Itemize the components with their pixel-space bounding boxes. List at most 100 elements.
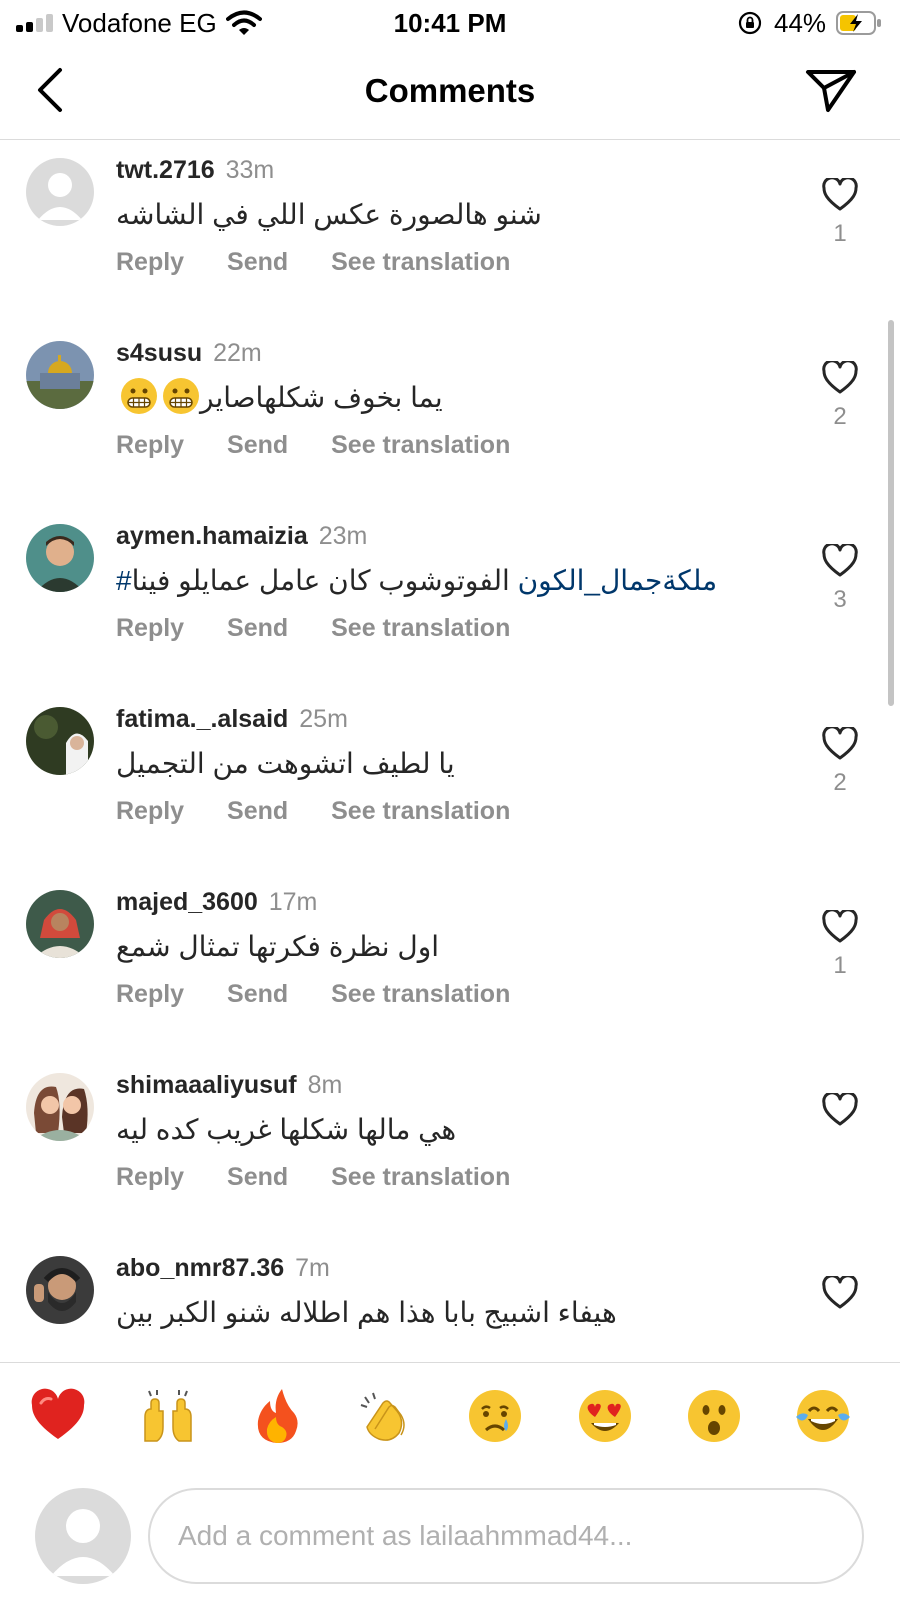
tears-of-joy-emoji[interactable] (794, 1387, 852, 1445)
default-avatar-icon (26, 158, 94, 226)
heart-eyes-emoji[interactable] (576, 1387, 634, 1445)
battery-charging-icon (836, 11, 881, 35)
comment-time: 25m (299, 705, 348, 733)
see-translation-button[interactable]: See translation (331, 248, 510, 276)
dome-photo-avatar-icon (26, 341, 94, 409)
reply-button[interactable]: Reply (116, 614, 184, 642)
send-button[interactable]: Send (227, 248, 288, 276)
heart-icon[interactable] (822, 727, 858, 761)
child-photo-avatar-icon (26, 524, 94, 592)
cartoon-avatar-icon (26, 1073, 94, 1141)
comment-time: 22m (213, 339, 262, 367)
see-translation-button[interactable]: See translation (331, 1163, 510, 1191)
reply-button[interactable]: Reply (116, 248, 184, 276)
reply-button[interactable]: Reply (116, 980, 184, 1008)
see-translation-button[interactable]: See translation (331, 797, 510, 825)
comment-username[interactable]: twt.2716 (116, 156, 215, 184)
comment-text: هيفاء اشبيج بابا هذا هم اطلاله شنو الكبر… (116, 1292, 816, 1334)
comment-text: شنو هالصورة عكس اللي في الشاشه (116, 194, 816, 236)
avatar[interactable] (26, 158, 94, 226)
comment-item: abo_nmr87.36 7m هيفاء اشبيج بابا هذا هم … (0, 1238, 900, 1362)
raising-hands-emoji[interactable] (139, 1387, 197, 1445)
comment-actions: Reply Send See translation (116, 1163, 510, 1192)
comment-item: majed_3600 17m اول نظرة فكرتها تمثال شمع… (0, 872, 900, 1059)
avatar[interactable] (26, 707, 94, 775)
heart-icon[interactable] (822, 178, 858, 212)
comment-actions: Reply Send See translation (116, 797, 510, 826)
page-title: Comments (364, 72, 536, 109)
comment-time: 23m (318, 522, 368, 550)
comment-actions: Reply Send See translation (116, 614, 510, 643)
battery-percent: 44% (774, 8, 827, 38)
clapping-hands-emoji[interactable] (357, 1387, 415, 1445)
comment-actions: Reply Send See translation (116, 980, 510, 1009)
crying-face-emoji[interactable] (466, 1387, 524, 1445)
see-translation-button[interactable]: See translation (331, 431, 510, 459)
default-avatar-icon (35, 1488, 131, 1584)
comment-text: يما بخوف شكلهاصاير (116, 377, 816, 419)
clock: 10:41 PM (393, 8, 507, 38)
comment-text: هي مالها شكلها غريب كده ليه (116, 1109, 816, 1151)
surprised-face-emoji[interactable] (685, 1387, 743, 1445)
avatar[interactable] (26, 1256, 94, 1324)
comment-time: 33m (225, 156, 275, 184)
red-heart-emoji[interactable] (29, 1387, 87, 1445)
send-button[interactable]: Send (227, 980, 288, 1008)
heart-icon[interactable] (822, 1093, 858, 1127)
see-translation-button[interactable]: See translation (331, 980, 510, 1008)
send-button[interactable]: Send (227, 1163, 288, 1191)
comment-input[interactable] (148, 1488, 864, 1584)
status-bar: Vodafone EG 10:41 PM 44% (0, 0, 900, 46)
avatar[interactable] (26, 890, 94, 958)
comment-item: shimaaaliyusuf 8m هي مالها شكلها غريب كد… (0, 1055, 900, 1242)
comment-item: aymen.hamaizia 23m #ملكةجمال_الكون الفوت… (0, 506, 900, 693)
comment-composer (0, 1470, 900, 1600)
comment-username[interactable]: aymen.hamaizia (116, 522, 308, 550)
comment-username[interactable]: shimaaaliyusuf (116, 1071, 297, 1099)
comment-text-body: هي مالها شكلها غريب كده ليه (116, 1114, 457, 1145)
reply-button[interactable]: Reply (116, 1163, 184, 1191)
heart-icon[interactable] (822, 544, 858, 578)
comment-actions: Reply Send See translation (116, 431, 510, 460)
comment-text-body: شنو هالصورة عكس اللي في الشاشه (116, 199, 542, 230)
comment-text: يا لطيف اتشوهت من التجميل (116, 743, 816, 785)
comment-text-body: يما بخوف شكلهاصاير (200, 382, 443, 413)
fire-emoji[interactable] (248, 1387, 306, 1445)
send-button[interactable]: Send (227, 797, 288, 825)
comment-text: #ملكةجمال_الكون الفوتوشوب كان عامل عمايل… (116, 560, 816, 602)
bearded-man-avatar-icon (26, 1256, 94, 1324)
like-count: 1 (833, 952, 847, 979)
man-photo-avatar-icon (26, 890, 94, 958)
comment-actions: Reply Send See translation (116, 248, 510, 277)
heart-icon[interactable] (822, 910, 858, 944)
comment-text-body: يا لطيف اتشوهت من التجميل (116, 748, 455, 779)
comment-username[interactable]: abo_nmr87.36 (116, 1254, 284, 1282)
comment-text: اول نظرة فكرتها تمثال شمع (116, 926, 816, 968)
comment-username[interactable]: fatima._.alsaid (116, 705, 288, 733)
send-button[interactable]: Send (227, 431, 288, 459)
comment-text-body: اول نظرة فكرتها تمثال شمع (116, 931, 440, 962)
scrollbar[interactable] (888, 320, 894, 706)
share-paper-plane-icon[interactable] (804, 66, 860, 116)
comments-list: twt.2716 33m شنو هالصورة عكس اللي في الش… (0, 140, 900, 1362)
heart-icon[interactable] (822, 361, 858, 395)
comment-time: 17m (268, 888, 318, 916)
back-button[interactable] (30, 64, 74, 116)
send-button[interactable]: Send (227, 614, 288, 642)
reply-button[interactable]: Reply (116, 431, 184, 459)
avatar[interactable] (26, 1073, 94, 1141)
comment-time: 7m (295, 1254, 330, 1282)
comment-item: twt.2716 33m شنو هالصورة عكس اللي في الش… (0, 140, 900, 327)
see-translation-button[interactable]: See translation (331, 614, 510, 642)
grimacing-face-emoji (121, 378, 157, 414)
comment-time: 8m (307, 1071, 343, 1099)
reply-button[interactable]: Reply (116, 797, 184, 825)
avatar[interactable] (26, 341, 94, 409)
heart-icon[interactable] (822, 1276, 858, 1310)
avatar[interactable] (26, 524, 94, 592)
comments-header: Comments (0, 46, 900, 140)
comment-username[interactable]: s4susu (116, 339, 202, 367)
grimacing-face-emoji (163, 378, 199, 414)
emoji-reaction-bar (0, 1362, 900, 1470)
comment-username[interactable]: majed_3600 (116, 888, 258, 916)
